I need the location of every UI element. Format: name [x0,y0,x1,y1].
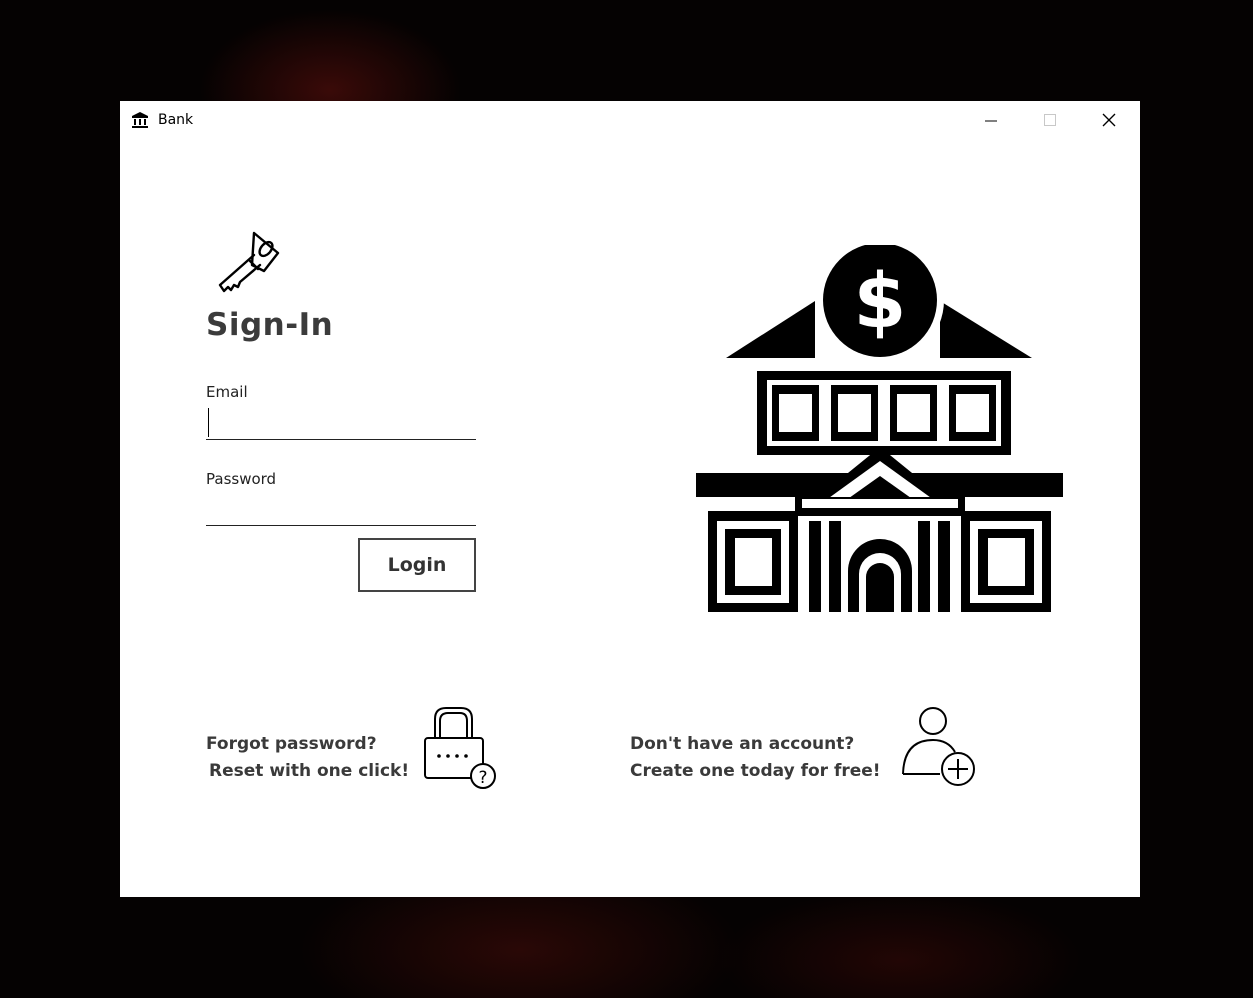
close-button[interactable] [1086,101,1132,139]
forgot-password-link[interactable]: Forgot password? Reset with one click! [206,731,409,785]
minimize-icon [985,120,997,122]
forgot-password-line1: Forgot password? [206,734,377,754]
text-caret [208,408,209,437]
signin-title: Sign-In [206,307,334,343]
close-icon [1102,113,1116,127]
svg-text:?: ? [478,768,487,788]
password-field[interactable] [206,496,476,526]
email-field[interactable] [206,410,476,440]
maximize-icon [1044,114,1056,126]
padlock-question-icon[interactable]: ? [420,703,502,791]
key-icon [218,231,280,293]
minimize-button[interactable] [968,101,1014,139]
bank-icon [132,112,148,128]
password-label: Password [206,470,277,488]
login-button[interactable]: Login [358,538,476,592]
maximize-button[interactable] [1027,101,1073,139]
forgot-password-line2: Reset with one click! [209,761,410,781]
window-title: Bank [158,112,194,128]
create-account-link[interactable]: Don't have an account? Create one today … [630,731,881,785]
bank-building-icon: $ [696,245,1063,612]
title-bar[interactable]: Bank [120,101,1140,139]
email-label: Email [206,383,248,401]
bank-window: Bank Sign-In Email Password Login $ Forg… [120,101,1140,897]
create-account-line1: Don't have an account? [630,734,855,754]
create-account-line2: Create one today for free! [630,761,881,781]
add-user-icon[interactable] [898,704,984,790]
dollar-sign: $ [854,256,907,345]
